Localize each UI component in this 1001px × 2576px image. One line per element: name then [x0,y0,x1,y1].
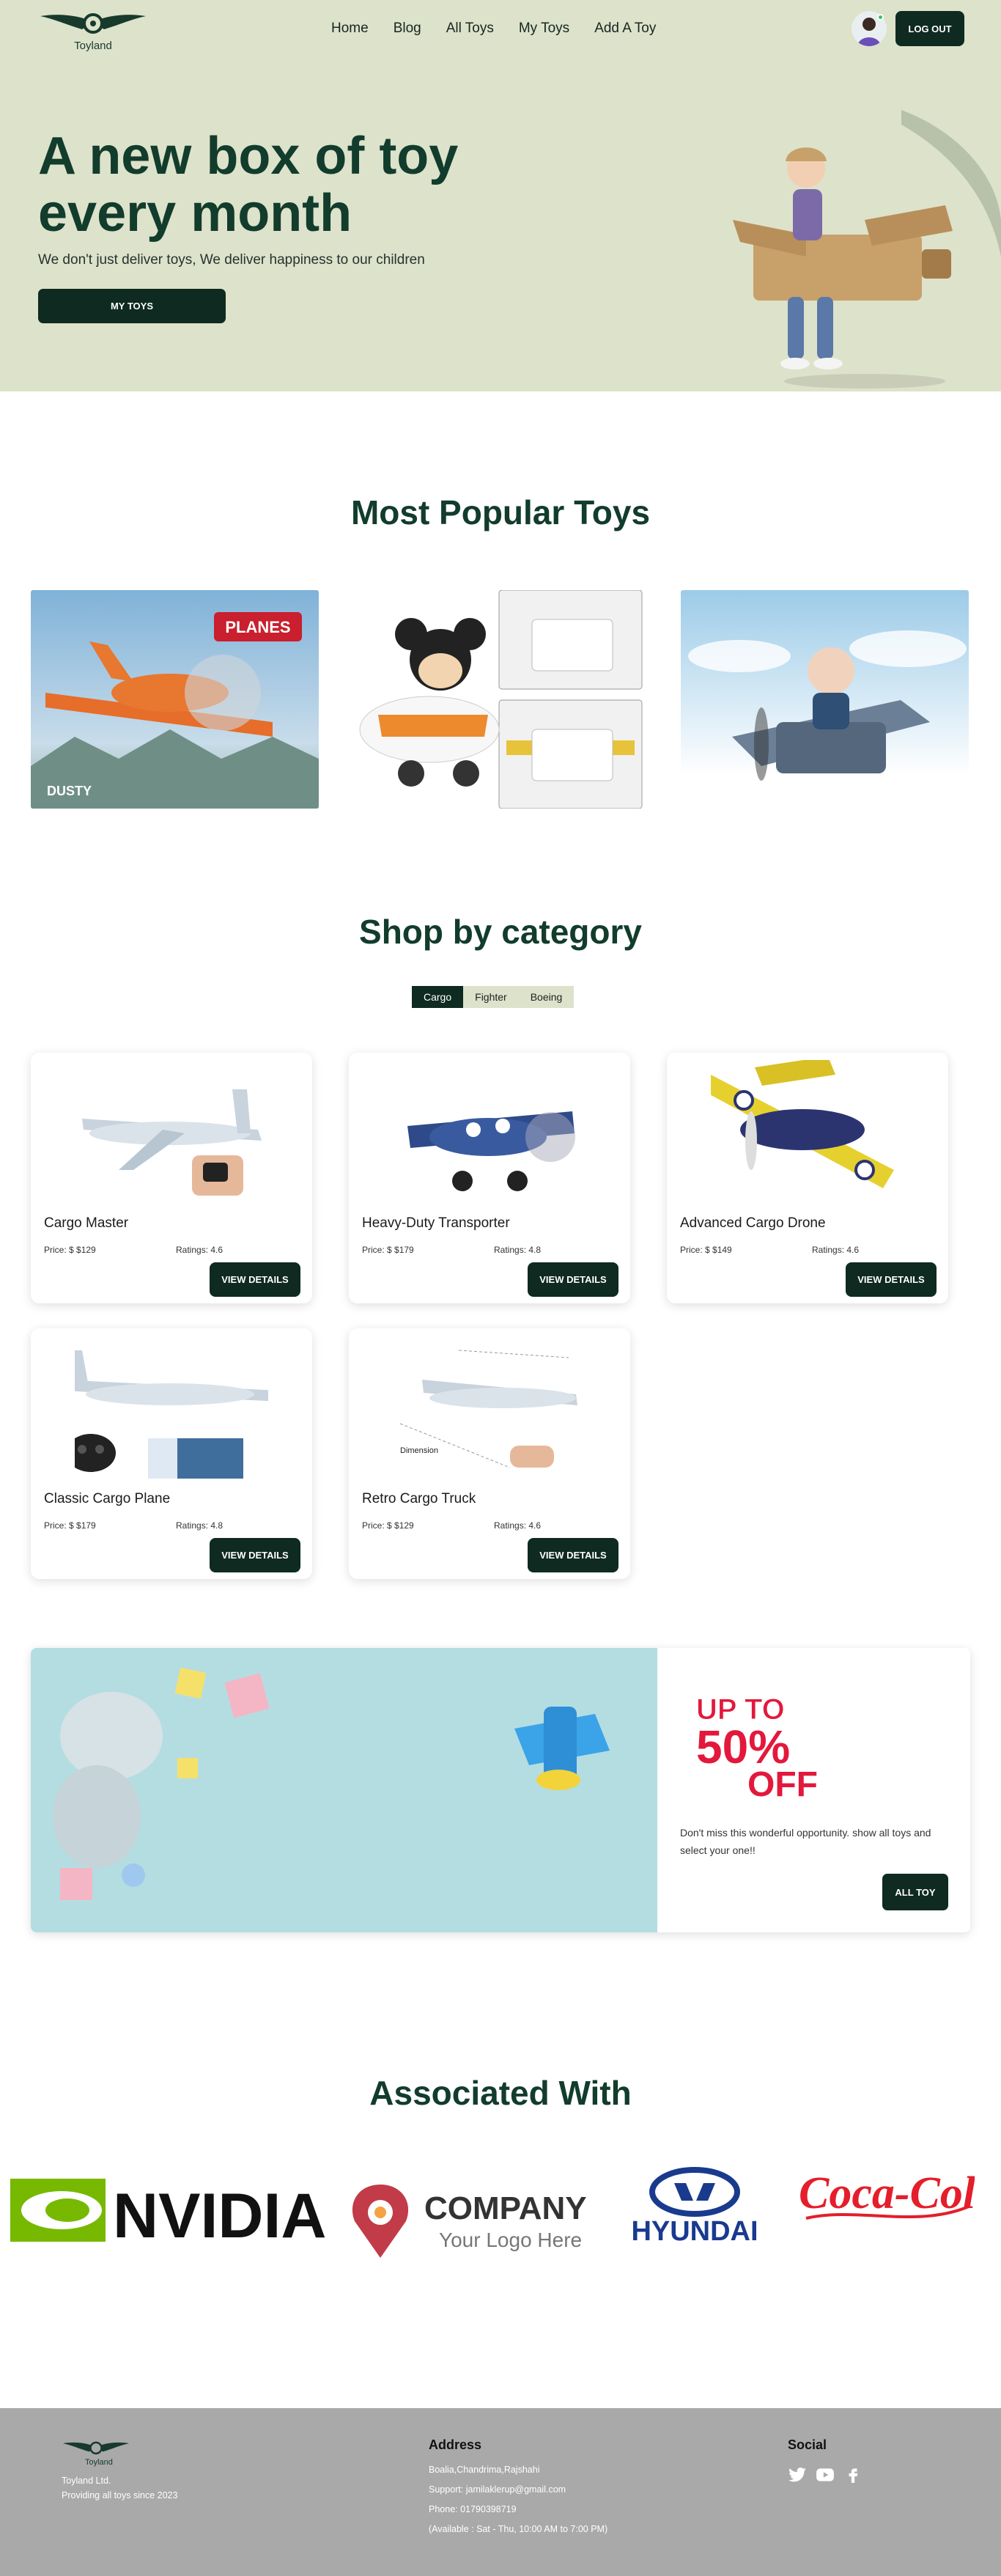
twitter-icon[interactable] [788,2465,807,2484]
view-details-button[interactable]: VIEW DETAILS [210,1538,300,1572]
promo-text: Don't miss this wonderful opportunity. s… [680,1827,931,1856]
footer-hours: (Available : Sat - Thu, 10:00 AM to 7:00… [429,2524,608,2534]
brand-logo[interactable]: Toyland [38,7,148,53]
nav-blog[interactable]: Blog [394,21,421,37]
product-price: Price: $ $129 [44,1245,96,1255]
company-text: COMPANY [424,2190,587,2226]
footer-brand: Toyland [85,2458,113,2467]
product-card: Dimension Retro Cargo Truck Price: $ $12… [349,1328,630,1579]
footer-address: Boalia,Chandrima,Rajshahi [429,2465,540,2475]
product-name: Retro Cargo Truck [362,1491,476,1506]
view-details-button[interactable]: VIEW DETAILS [210,1262,300,1297]
airplane-wings-icon [40,13,146,34]
view-details-button[interactable]: VIEW DETAILS [528,1538,618,1572]
popular-section-title: Most Popular Toys [350,493,651,531]
logout-button[interactable]: LOG OUT [895,11,964,46]
coca-cola-logo: Coca-Cola [799,2168,975,2220]
footer-support: Support: jamilaklerup@gmail.com [429,2484,566,2495]
youtube-icon[interactable] [816,2465,835,2484]
hero-title: A new box of toy every month [38,127,459,243]
main-nav: Home Blog All Toys My Toys Add A Toy [331,21,681,37]
product-name: Cargo Master [44,1215,129,1231]
view-details-button[interactable]: VIEW DETAILS [528,1262,618,1297]
company-tagline: Your Logo Here [439,2229,582,2251]
planes-logo-text: PLANES [225,618,290,636]
facebook-icon[interactable] [843,2465,863,2484]
promo-toys-image [31,1648,657,1932]
footer-social-title: Social [788,2437,827,2452]
product-price: Price: $ $179 [362,1245,414,1255]
product-card: Heavy-Duty Transporter Price: $ $179 Rat… [349,1053,630,1303]
product-price: Price: $ $149 [680,1245,732,1255]
advanced-cargo-drone-image [711,1060,894,1188]
badge-off: OFF [747,1765,818,1803]
hero-child-plane-image [733,110,1001,389]
product-rating: Ratings: 4.6 [176,1245,224,1255]
hyundai-logo: HYUNDAI [631,2167,758,2247]
footer-tagline: Providing all toys since 2023 [62,2490,178,2500]
retro-cargo-truck-image: Dimension [399,1350,577,1468]
company-logo: COMPANY Your Logo Here [352,2185,587,2258]
tab-cargo[interactable]: Cargo [412,986,464,1008]
product-rating: Ratings: 4.6 [812,1245,860,1255]
site-footer: Toyland Toyland Ltd. Providing all toys … [0,2408,1001,2576]
promo-banner: UP TO 50% OFF Don't miss this wonderful … [31,1648,970,1932]
associated-section-title: Associated With [369,2074,632,2112]
product-price: Price: $ $179 [44,1520,96,1531]
product-name: Classic Cargo Plane [44,1491,171,1506]
popular-toy-baby-plane-image[interactable] [681,590,969,809]
product-card: Cargo Master Price: $ $129 Ratings: 4.6 … [31,1053,312,1303]
classic-cargo-plane-image [75,1350,268,1479]
hyundai-text: HYUNDAI [631,2216,758,2247]
heavy-duty-transporter-image [407,1111,575,1191]
product-rating: Ratings: 4.8 [494,1245,542,1255]
popular-toy-dusty-image[interactable]: PLANES DUSTY [31,590,319,809]
product-card: Classic Cargo Plane Price: $ $179 Rating… [31,1328,312,1579]
nvidia-text: NVIDIA [113,2181,326,2251]
product-rating: Ratings: 4.6 [494,1520,542,1531]
popular-caption: DUSTY [47,784,92,798]
discount-badge: UP TO 50% OFF [696,1693,818,1804]
coca-cola-text: Coca-Cola [799,2168,975,2218]
nav-home[interactable]: Home [331,21,369,37]
popular-toy-mickey-image[interactable] [356,590,644,809]
online-status-dot [877,14,884,21]
cargo-master-image [82,1089,262,1196]
product-price: Price: $ $129 [362,1520,414,1531]
tab-fighter[interactable]: Fighter [463,986,519,1008]
hero-banner: Toyland Home Blog All Toys My Toys Add A… [0,0,1001,391]
product-card: Advanced Cargo Drone Price: $ $149 Ratin… [667,1053,948,1303]
tab-boeing[interactable]: Boeing [519,986,575,1008]
product-rating: Ratings: 4.8 [176,1520,224,1531]
all-toy-button[interactable]: ALL TOY [882,1874,948,1910]
nav-my-toys[interactable]: My Toys [519,21,569,37]
view-details-button[interactable]: VIEW DETAILS [846,1262,937,1297]
product-name: Advanced Cargo Drone [680,1215,826,1231]
hero-subtitle: We don't just deliver toys, We deliver h… [38,252,425,268]
category-section-title: Shop by category [359,913,642,951]
category-tabs: Cargo Fighter Boeing [412,986,575,1008]
footer-company: Toyland Ltd. [62,2476,111,2486]
product-name: Heavy-Duty Transporter [362,1215,510,1231]
brand-name: Toyland [74,40,112,52]
nvidia-logo: NVIDIA [10,2179,326,2251]
nav-add-toy[interactable]: Add A Toy [594,21,656,37]
footer-address-title: Address [429,2437,482,2452]
dimension-label: Dimension [400,1446,438,1455]
footer-phone: Phone: 01790398719 [429,2504,517,2514]
nav-all-toys[interactable]: All Toys [446,21,494,37]
my-toys-button[interactable]: MY TOYS [38,289,226,323]
